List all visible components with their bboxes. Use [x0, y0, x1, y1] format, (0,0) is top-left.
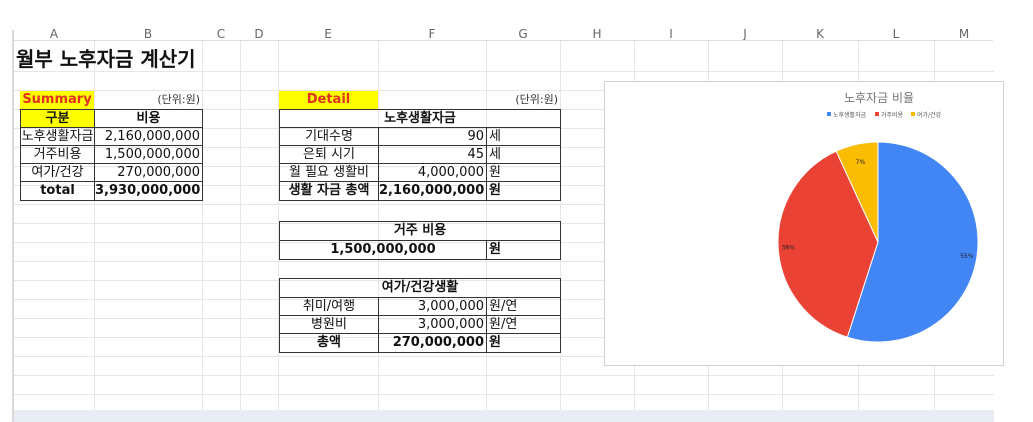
summary-row-value[interactable]: 2,160,000,000 [94, 127, 203, 146]
row-header-edge [12, 30, 14, 422]
housing-unit[interactable]: 원 [486, 240, 561, 260]
living-row-value[interactable]: 4,000,000 [378, 163, 487, 182]
summary-row-label[interactable]: 노후생활자금 [20, 127, 95, 146]
living-row-unit[interactable]: 세 [486, 127, 561, 146]
summary-header[interactable]: Summary [20, 91, 94, 109]
living-row-label[interactable]: 은퇴 시기 [279, 145, 379, 164]
living-title[interactable]: 노후생활자금 [279, 109, 561, 128]
slice-label: 55% [960, 253, 974, 260]
pie-chart-svg: 노후자금 비율노후생활자금 거주비용 여가/건강 55% 38% 7% [777, 91, 979, 343]
summary-row-label[interactable]: 여가/건강 [20, 163, 95, 182]
leisure-row-label[interactable]: 병원비 [279, 315, 379, 334]
summary-total-label[interactable]: total [20, 181, 95, 201]
summary-col-category[interactable]: 구분 [20, 109, 95, 128]
living-row-unit[interactable]: 세 [486, 145, 561, 164]
living-row-unit[interactable]: 원 [486, 163, 561, 182]
living-row-value[interactable]: 45 [378, 145, 487, 164]
summary-unit[interactable]: (단위:원) [94, 91, 202, 109]
sheet-tabs-bar [14, 410, 994, 422]
leisure-total-label[interactable]: 총액 [279, 333, 379, 353]
summary-row-value[interactable]: 1,500,000,000 [94, 145, 203, 164]
detail-header[interactable]: Detail [279, 91, 378, 109]
summary-row-value[interactable]: 270,000,000 [94, 163, 203, 182]
living-total-value[interactable]: 2,160,000,000 [378, 181, 487, 201]
living-row-label[interactable]: 월 필요 생활비 [279, 163, 379, 182]
legend-swatch [827, 112, 831, 116]
leisure-row-label[interactable]: 취미/여행 [279, 297, 379, 316]
housing-title[interactable]: 거주 비용 [279, 221, 561, 241]
leisure-row-value[interactable]: 3,000,000 [378, 315, 487, 334]
header-divider [14, 40, 993, 41]
living-row-label[interactable]: 기대수명 [279, 127, 379, 146]
sheet-title[interactable]: 월부 노후자금 계산기 [16, 43, 196, 72]
leisure-row-value[interactable]: 3,000,000 [378, 297, 487, 316]
legend-label: 여가/건강 [917, 111, 942, 119]
slice-label: 38% [781, 244, 795, 251]
leisure-total-value[interactable]: 270,000,000 [378, 333, 487, 353]
living-total-unit[interactable]: 원 [486, 181, 561, 201]
living-total-label[interactable]: 생활 자금 총액 [279, 181, 379, 201]
legend-label: 노후생활자금 [833, 111, 867, 119]
legend-swatch [911, 112, 915, 116]
leisure-total-unit[interactable]: 원 [486, 333, 561, 353]
leisure-row-unit[interactable]: 원/연 [486, 315, 561, 334]
chart-title: 노후자금 비율 [844, 91, 914, 105]
legend-swatch [875, 112, 879, 116]
living-row-value[interactable]: 90 [378, 127, 487, 146]
slice-label: 7% [856, 159, 866, 166]
summary-col-cost[interactable]: 비용 [94, 109, 203, 128]
summary-row-label[interactable]: 거주비용 [20, 145, 95, 164]
leisure-title[interactable]: 여가/건강생활 [279, 278, 561, 298]
pie-chart[interactable]: 노후자금 비율노후생활자금 거주비용 여가/건강 55% 38% 7% [604, 81, 1004, 366]
detail-unit[interactable]: (단위:원) [486, 91, 560, 109]
spreadsheet: A B C D E F G H I J K L M 월부 노후자금 계산기 Su… [0, 0, 1033, 422]
summary-total-value[interactable]: 3,930,000,000 [94, 181, 203, 201]
leisure-row-unit[interactable]: 원/연 [486, 297, 561, 316]
legend-label: 거주비용 [881, 111, 904, 119]
housing-value[interactable]: 1,500,000,000 [279, 240, 487, 260]
